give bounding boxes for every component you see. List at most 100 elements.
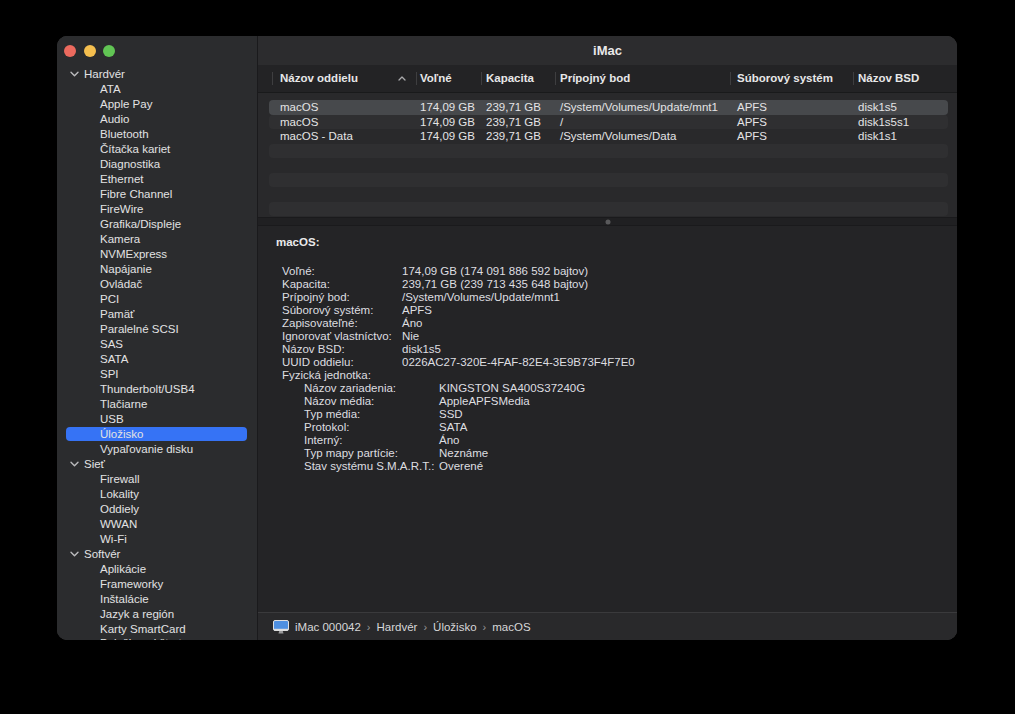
cell: macOS (280, 100, 318, 115)
cell: / (560, 115, 563, 130)
detail-field: Typ média:SSD (258, 408, 957, 421)
sidebar-item--lo-isko[interactable]: Úložisko (57, 426, 257, 441)
sidebar-item-fibre-channel[interactable]: Fibre Channel (57, 186, 257, 201)
sidebar-item-nap-janie[interactable]: Napájanie (57, 261, 257, 276)
detail-field: Stav systému S.M.A.R.T.:Overené (258, 460, 957, 473)
zoom-button[interactable] (103, 45, 115, 57)
sidebar-item-nvmexpress[interactable]: NVMExpress (57, 246, 257, 261)
breadcrumb-item[interactable]: Hardvér (377, 621, 418, 633)
sidebar-item-bluetooth[interactable]: Bluetooth (57, 126, 257, 141)
cell: /System/Volumes/Data (560, 129, 676, 144)
column-divider (853, 72, 854, 85)
sidebar-item-pam-[interactable]: Pamäť (57, 306, 257, 321)
sidebar-item-usb[interactable]: USB (57, 411, 257, 426)
imac-icon (273, 620, 289, 634)
sidebar-item-apple-pay[interactable]: Apple Pay (57, 96, 257, 111)
sidebar-item-frameworky[interactable]: Frameworky (57, 576, 257, 591)
sidebar-item-pci[interactable]: PCI (57, 291, 257, 306)
breadcrumb: iMac 000042›Hardvér›Úložisko›macOS (273, 620, 531, 634)
sidebar-item-ethernet[interactable]: Ethernet (57, 171, 257, 186)
pane-splitter[interactable] (258, 217, 957, 226)
cell: 174,09 GB (420, 129, 475, 144)
sidebar-item-kamera[interactable]: Kamera (57, 231, 257, 246)
sidebar-item-jazyk-a-regi-n[interactable]: Jazyk a región (57, 606, 257, 621)
breadcrumb-item[interactable]: iMac 000042 (295, 621, 361, 633)
sidebar-item-vypa-ovanie-disku[interactable]: Vypaľovanie disku (57, 441, 257, 456)
sidebar-item-tla-iarne[interactable]: Tlačiarne (57, 396, 257, 411)
column-header-2[interactable]: Voľné (420, 65, 452, 92)
system-information-window: HardvérATAApple PayAudioBluetoothČítačka… (57, 36, 957, 640)
cell: /System/Volumes/Update/mnt1 (560, 100, 718, 115)
minimize-button[interactable] (84, 45, 96, 57)
sidebar-item-wwan[interactable]: WWAN (57, 516, 257, 531)
cell: disk1s5 (858, 100, 897, 115)
cell: disk1s5s1 (858, 115, 909, 130)
volume-table: macOS 174,09 GB 239,71 GB/System/Volumes/U… (258, 93, 957, 217)
sidebar-item-firewall[interactable]: Firewall (57, 471, 257, 486)
detail-field: Typ mapy partície:Neznáme (258, 447, 957, 460)
detail-field: Ignorovať vlastníctvo:Nie (258, 330, 957, 343)
detail-field: Interný:Áno (258, 434, 957, 447)
cell: disk1s1 (858, 129, 897, 144)
sidebar-item-thunderbolt-usb4[interactable]: Thunderbolt/USB4 (57, 381, 257, 396)
column-header-5[interactable]: Súborový systém (737, 65, 833, 92)
table-row-3[interactable]: macOS - Data174,09 GB239,71 GB/System/Vo… (269, 129, 948, 144)
main-pane: iMac Názov oddielu Voľné Kapacita Prípojný … (258, 36, 957, 640)
sidebar-item-audio[interactable]: Audio (57, 111, 257, 126)
close-button[interactable] (64, 45, 76, 57)
column-header-3[interactable]: Kapacita (486, 65, 534, 92)
detail-field: Názov média:AppleAPFSMedia (258, 395, 957, 408)
breadcrumb-separator: › (423, 621, 427, 633)
sidebar: HardvérATAApple PayAudioBluetoothČítačka… (57, 36, 258, 640)
sidebar-item-ata[interactable]: ATA (57, 81, 257, 96)
table-row-empty (269, 158, 948, 173)
column-divider (272, 72, 273, 85)
sidebar-item-lokality[interactable]: Lokality (57, 486, 257, 501)
table-row-empty (269, 144, 948, 159)
table-row-empty (269, 187, 948, 202)
detail-field: Fyzická jednotka: (258, 369, 957, 382)
cell: APFS (737, 100, 767, 115)
sidebar-item-grafika-displeje[interactable]: Grafika/Displeje (57, 216, 257, 231)
table-row-2[interactable]: macOS174,09 GB239,71 GB/APFSdisk1s5s1 (269, 115, 948, 130)
cell: macOS (280, 115, 318, 130)
cell: 239,71 GB (486, 115, 541, 130)
column-divider (555, 72, 556, 85)
sidebar-item-diagnostika[interactable]: Diagnostika (57, 156, 257, 171)
sidebar-item-karty-smartcard[interactable]: Karty SmartCard (57, 621, 257, 636)
window-controls (64, 45, 115, 57)
detail-field: Prípojný bod:/System/Volumes/Update/mnt1 (258, 291, 957, 304)
sidebar-item-polo-ky-pri-tarte[interactable]: Položky pri štarte (57, 636, 257, 640)
sidebar-item-sata[interactable]: SATA (57, 351, 257, 366)
sidebar-item--ta-ka-kariet[interactable]: Čítačka kariet (57, 141, 257, 156)
sidebar-item-wi-fi[interactable]: Wi-Fi (57, 531, 257, 546)
column-header-6[interactable]: Názov BSD (858, 65, 919, 92)
breadcrumb-separator: › (483, 621, 487, 633)
breadcrumb-item[interactable]: Úložisko (433, 621, 476, 633)
sidebar-section-sieť[interactable]: Sieť (57, 456, 257, 471)
title-bar: iMac (258, 36, 957, 65)
sidebar-item-spi[interactable]: SPI (57, 366, 257, 381)
detail-field: Kapacita:239,71 GB (239 713 435 648 bajt… (258, 278, 957, 291)
sidebar-item-oddiely[interactable]: Oddiely (57, 501, 257, 516)
sidebar-item-in-tal-cie[interactable]: Inštalácie (57, 591, 257, 606)
detail-field: Názov zariadenia:KINGSTON SA400S37240G (258, 382, 957, 395)
detail-field: Názov BSD:disk1s5 (258, 343, 957, 356)
column-header-1[interactable]: Názov oddielu (280, 65, 358, 92)
sidebar-item-ovl-da-[interactable]: Ovládač (57, 276, 257, 291)
sidebar-item-aplik-cie[interactable]: Aplikácie (57, 561, 257, 576)
sidebar-item-firewire[interactable]: FireWire (57, 201, 257, 216)
sidebar-section-softvér[interactable]: Softvér (57, 546, 257, 561)
splitter-handle-icon (605, 219, 610, 224)
table-row-1[interactable]: macOS174,09 GB239,71 GB/System/Volumes/U… (269, 100, 948, 115)
detail-field: Protokol:SATA (258, 421, 957, 434)
sidebar-section-hardvér[interactable]: Hardvér (57, 66, 257, 81)
cell: macOS - Data (280, 129, 353, 144)
breadcrumb-item[interactable]: macOS (492, 621, 530, 633)
detail-field: UUID oddielu:0226AC27-320E-4FAF-82E4-3E9… (258, 356, 957, 369)
column-divider (416, 72, 417, 85)
sidebar-item-sas[interactable]: SAS (57, 336, 257, 351)
sidebar-item-paraleln-scsi[interactable]: Paralelné SCSI (57, 321, 257, 336)
column-divider (730, 72, 731, 85)
column-header-4[interactable]: Prípojný bod (560, 65, 630, 92)
